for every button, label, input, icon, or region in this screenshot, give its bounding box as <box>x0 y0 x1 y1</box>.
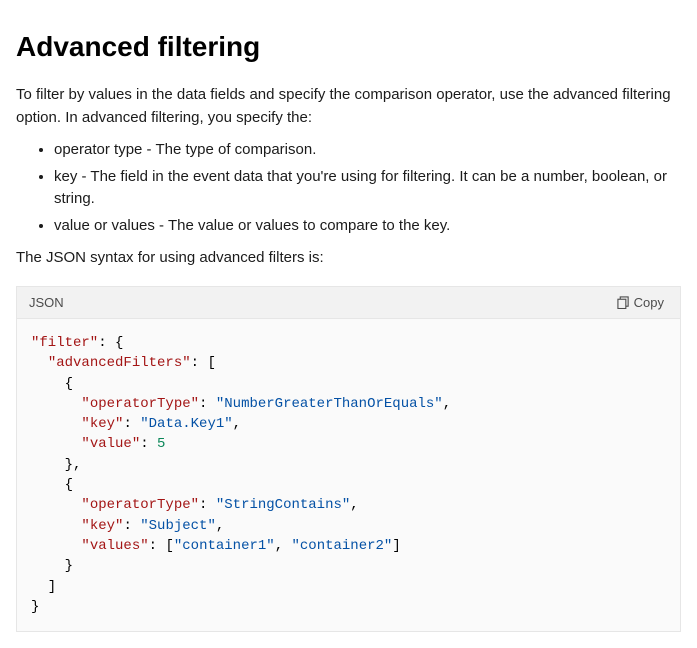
page-title: Advanced filtering <box>16 26 681 68</box>
code-content: "filter": { "advancedFilters": [ { "oper… <box>17 319 680 631</box>
language-label: JSON <box>29 293 64 313</box>
copy-icon <box>617 296 630 309</box>
intro-paragraph: To filter by values in the data fields a… <box>16 84 681 129</box>
copy-button[interactable]: Copy <box>613 293 668 312</box>
copy-label: Copy <box>634 295 664 310</box>
code-block: JSON Copy "filter": { "advancedFilters":… <box>16 286 681 633</box>
list-item: value or values - The value or values to… <box>54 215 681 238</box>
list-item: operator type - The type of comparison. <box>54 139 681 162</box>
code-header: JSON Copy <box>17 287 680 320</box>
parameter-list: operator type - The type of comparison. … <box>16 139 681 237</box>
list-item: key - The field in the event data that y… <box>54 166 681 211</box>
syntax-intro-paragraph: The JSON syntax for using advanced filte… <box>16 247 681 270</box>
